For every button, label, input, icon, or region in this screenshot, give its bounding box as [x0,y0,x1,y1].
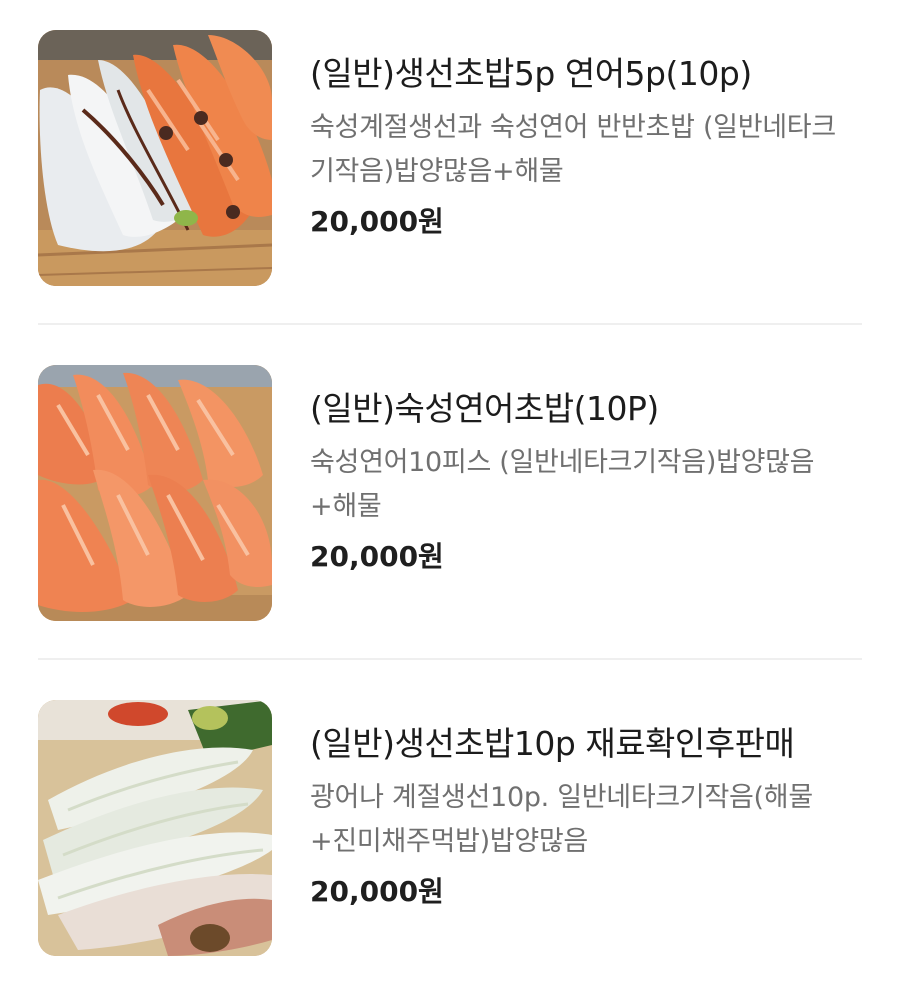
menu-item-photo [38,30,272,286]
menu-item-info: (일반)생선초밥5p 연어5p(10p) 숙성계절생선과 숙성연어 반반초밥 (… [310,52,870,242]
sushi-white-fish-photo [38,700,272,956]
menu-item[interactable]: (일반)숙성연어초밥(10P) 숙성연어10피스 (일반네타크기작음)밥양많음 … [38,365,862,623]
menu-item-name: (일반)생선초밥5p 연어5p(10p) [310,54,752,93]
sushi-salmon-photo [38,365,272,621]
menu-item-price: 20,000원 [310,875,444,908]
menu-item-info: (일반)숙성연어초밥(10P) 숙성연어10피스 (일반네타크기작음)밥양많음 … [310,387,870,577]
divider [38,323,862,325]
menu-item-price: 20,000원 [310,540,444,573]
menu-item-description: 광어나 계절생선10p. 일반네타크기작음(해물+진미채주먹밥)밥양많음 [310,782,813,857]
menu-item-name: (일반)생선초밥10p 재료확인후판매 [310,724,795,763]
menu-item[interactable]: (일반)생선초밥5p 연어5p(10p) 숙성계절생선과 숙성연어 반반초밥 (… [38,30,862,288]
menu-item-price: 20,000원 [310,205,444,238]
menu-item-info: (일반)생선초밥10p 재료확인후판매 광어나 계절생선10p. 일반네타크기작… [310,722,870,912]
sushi-mixed-fish-salmon-photo [38,30,272,286]
menu-list: (일반)생선초밥5p 연어5p(10p) 숙성계절생선과 숙성연어 반반초밥 (… [0,0,900,994]
menu-item-description: 숙성연어10피스 (일반네타크기작음)밥양많음 +해물 [310,447,815,522]
menu-item-name: (일반)숙성연어초밥(10P) [310,389,659,428]
menu-item[interactable]: (일반)생선초밥10p 재료확인후판매 광어나 계절생선10p. 일반네타크기작… [38,700,862,958]
menu-item-photo [38,700,272,956]
menu-item-photo [38,365,272,621]
divider [38,658,862,660]
menu-item-description: 숙성계절생선과 숙성연어 반반초밥 (일반네타크기작음)밥양많음+해물 [310,112,836,187]
